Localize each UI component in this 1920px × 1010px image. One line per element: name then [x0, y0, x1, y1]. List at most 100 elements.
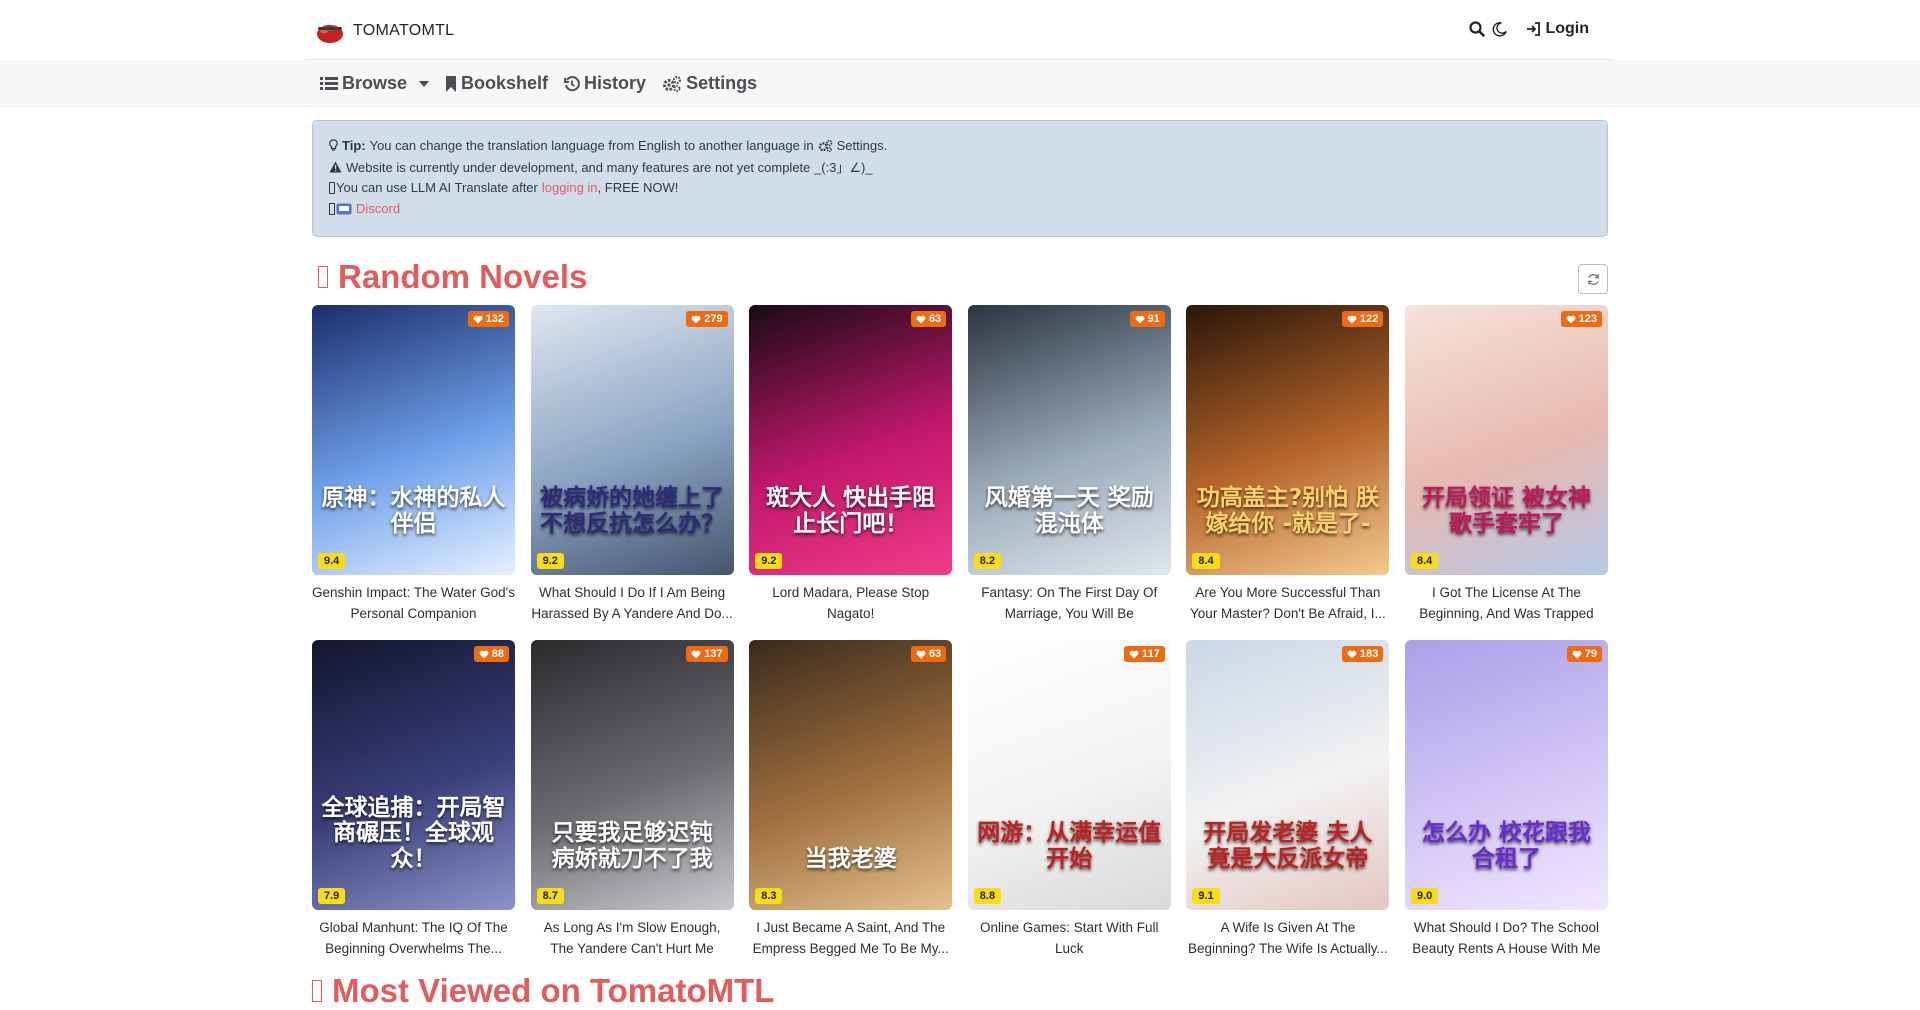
likes-badge: 279 [686, 311, 728, 327]
novel-cover[interactable]: 被病娇的她缠上了 不想反抗怎么办？ 279 9.2 [530, 305, 734, 575]
likes-badge: 183 [1342, 646, 1384, 662]
brand-link[interactable]: TOMATOMTL [313, 18, 454, 44]
novel-title[interactable]: A Wife Is Given At The Beginning? The Wi… [1186, 917, 1389, 959]
novel-card[interactable]: 斑大人 快出手阻止长门吧！ 63 9.2 Lord Madara, Please St… [749, 305, 953, 624]
refresh-icon [1587, 273, 1599, 285]
discord-emoji-icon [336, 203, 352, 214]
lightbulb-icon [329, 139, 338, 151]
nav-browse[interactable]: Browse [320, 73, 430, 94]
top-actions: Login [1466, 18, 1589, 40]
refresh-button[interactable] [1578, 264, 1608, 294]
gears-icon [663, 75, 682, 92]
main-nav: Browse Bookshelf History Settings [0, 60, 1920, 107]
cover-title-text: 功高盖主?别怕 朕嫁给你 -就是了- [1196, 485, 1380, 537]
novel-cover[interactable]: 怎么办 校花跟我合租了 79 9.0 [1404, 640, 1608, 910]
heart-icon [473, 315, 483, 323]
score-badge: 9.2 [536, 553, 564, 569]
tip-text-1: You can change the translation language … [369, 138, 814, 153]
tip-alert: Tip: You can change the translation lang… [312, 120, 1608, 237]
novel-title[interactable]: Lord Madara, Please Stop Nagato! [749, 582, 952, 624]
cover-title-text: 怎么办 校花跟我合租了 [1421, 820, 1591, 872]
likes-count: 183 [1360, 648, 1379, 660]
likes-count: 79 [1584, 648, 1597, 660]
gears-icon [818, 139, 832, 152]
likes-count: 132 [485, 313, 504, 325]
nav-settings[interactable]: Settings [662, 73, 757, 94]
likes-count: 122 [1360, 313, 1379, 325]
nav-bookshelf-label: Bookshelf [461, 73, 549, 93]
missing-glyph-icon [329, 202, 335, 215]
nav-browse-label: Browse [342, 73, 408, 93]
search-icon[interactable] [1466, 18, 1488, 40]
login-button[interactable]: Login [1526, 20, 1589, 38]
top-bar-inner: TOMATOMTL Login [305, 0, 1613, 60]
likes-badge: 79 [1566, 646, 1602, 662]
novel-title[interactable]: As Long As I'm Slow Enough, The Yandere … [531, 917, 734, 959]
score-badge: 9.1 [1192, 888, 1220, 904]
login-label: Login [1545, 20, 1589, 37]
main-nav-inner: Browse Bookshelf History Settings [320, 60, 1920, 107]
novel-cover[interactable]: 全球追捕：开局智商碾压！全球观众！ 88 7.9 [312, 640, 515, 910]
novel-card[interactable]: 全球追捕：开局智商碾压！全球观众！ 88 7.9 Global Manhunt: Th… [312, 640, 515, 959]
novel-card[interactable]: 开局领证 被女神歌手套牢了 123 8.4 I Got The License At … [1404, 305, 1608, 624]
novel-card[interactable]: 当我老婆 63 8.3 I Just Became A Saint, And The … [749, 640, 953, 959]
likes-badge: 123 [1560, 311, 1602, 327]
novel-card[interactable]: 被病娇的她缠上了 不想反抗怎么办？ 279 9.2 What Should I Do … [530, 305, 734, 624]
novel-card[interactable]: 功高盖主?别怕 朕嫁给你 -就是了- 122 8.4 Are You More Suc… [1186, 305, 1390, 624]
novel-card[interactable]: 怎么办 校花跟我合租了 79 9.0 What Should I Do? The Sc… [1404, 640, 1608, 959]
tip-text-3-post: , FREE NOW! [597, 180, 679, 195]
novel-cover[interactable]: 功高盖主?别怕 朕嫁给你 -就是了- 122 8.4 [1186, 305, 1390, 575]
heart-icon [1135, 315, 1144, 323]
novel-cover[interactable]: 开局领证 被女神歌手套牢了 123 8.4 [1404, 305, 1608, 575]
cover-title-text: 开局领证 被女神歌手套牢了 [1421, 485, 1591, 537]
tip-line-2: Website is currently under development, … [329, 156, 1591, 177]
bookmark-icon [446, 75, 457, 92]
novel-card[interactable]: 开局发老婆 夫人竟是大反派女帝 183 9.1 A Wife Is Given At … [1186, 640, 1390, 959]
novel-cover[interactable]: 当我老婆 63 8.3 [749, 640, 953, 910]
nav-history[interactable]: History [564, 73, 646, 94]
novel-title[interactable]: I Just Became A Saint, And The Empress B… [749, 917, 952, 959]
moon-icon[interactable] [1488, 18, 1510, 40]
novel-cover[interactable]: 斑大人 快出手阻止长门吧！ 63 9.2 [749, 305, 953, 575]
heart-icon [1347, 315, 1357, 323]
tip-label: Tip: [342, 138, 366, 153]
novel-cover[interactable]: 风婚第一天 奖励混沌体 91 8.2 [967, 305, 1171, 575]
cover-title-text: 开局发老婆 夫人竟是大反派女帝 [1203, 820, 1373, 872]
random-novels-title: Random Novels [338, 258, 588, 295]
nav-bookshelf[interactable]: Bookshelf [445, 73, 548, 94]
novel-card[interactable]: 原神：水神的私人伴侣 132 9.4 Genshin Impact: The Wate… [312, 305, 515, 624]
cover-title-text: 原神：水神的私人伴侣 [321, 485, 506, 537]
novel-title[interactable]: I Got The License At The Beginning, And … [1405, 582, 1608, 624]
score-badge: 9.4 [318, 553, 346, 569]
novel-title[interactable]: Global Manhunt: The IQ Of The Beginning … [312, 917, 515, 959]
novel-cover[interactable]: 原神：水神的私人伴侣 132 9.4 [312, 305, 515, 575]
novel-title[interactable]: What Should I Do If I Am Being Harassed … [531, 582, 734, 624]
novel-title[interactable]: Genshin Impact: The Water God's Personal… [312, 582, 515, 624]
novel-cover[interactable]: 开局发老婆 夫人竟是大反派女帝 183 9.1 [1186, 640, 1390, 910]
cover-title-text: 全球追捕：开局智商碾压！全球观众！ [321, 795, 506, 872]
likes-badge: 117 [1124, 646, 1165, 662]
score-badge: 7.9 [318, 888, 346, 904]
likes-count: 63 [928, 313, 942, 325]
score-badge: 9.2 [755, 553, 783, 569]
novel-card[interactable]: 只要我足够迟钝 病娇就刀不了我 137 8.7 As Long As I'm Slow… [530, 640, 734, 959]
novel-title[interactable]: Online Games: Start With Full Luck [968, 917, 1171, 959]
section-glyph-icon [318, 266, 328, 288]
novel-card[interactable]: 风婚第一天 奖励混沌体 91 8.2 Fantasy: On The First Da… [967, 305, 1171, 624]
sign-in-icon [1527, 22, 1541, 36]
likes-count: 88 [491, 648, 504, 660]
login-link[interactable]: logging in [542, 180, 598, 195]
top-bar: TOMATOMTL Login [0, 0, 1920, 60]
novel-cover[interactable]: 网游：从满幸运值开始 117 8.8 [967, 640, 1171, 910]
nav-history-label: History [584, 73, 647, 93]
novel-cover[interactable]: 只要我足够迟钝 病娇就刀不了我 137 8.7 [530, 640, 734, 910]
novel-card[interactable]: 网游：从满幸运值开始 117 8.8 Online Games: Start With… [967, 640, 1171, 959]
missing-glyph-icon [329, 181, 335, 194]
novel-title[interactable]: What Should I Do? The School Beauty Rent… [1405, 917, 1608, 959]
tip-line-3: You can use LLM AI Translate after loggi… [329, 177, 1591, 198]
discord-link[interactable]: Discord [356, 201, 400, 216]
likes-badge: 91 [1129, 311, 1165, 327]
novel-title[interactable]: Fantasy: On The First Day Of Marriage, Y… [968, 582, 1171, 624]
novel-title[interactable]: Are You More Successful Than Your Master… [1186, 582, 1389, 624]
likes-count: 137 [704, 648, 723, 660]
